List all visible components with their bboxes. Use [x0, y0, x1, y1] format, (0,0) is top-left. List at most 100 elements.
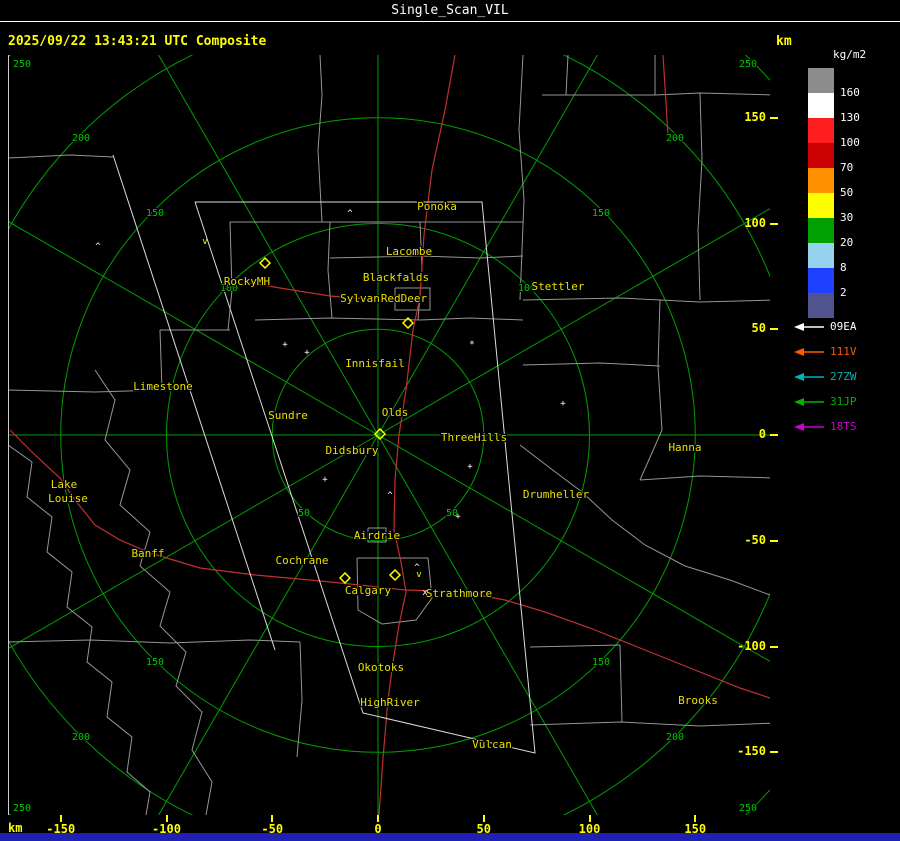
county-boundaries-segment	[542, 92, 770, 96]
range-ring-label: 200	[666, 732, 684, 743]
town-marker: +	[560, 399, 566, 409]
city-label: Louise	[48, 492, 88, 505]
colorbar-threshold-label: 70	[840, 161, 854, 174]
town-marker: v	[202, 237, 207, 247]
radar-site-marker	[388, 568, 402, 582]
city-label: Olds	[382, 406, 409, 419]
radar-map-display[interactable]: 25020015010025020015010050 50150200250150…	[8, 55, 770, 815]
city-label: HighRiver	[360, 696, 420, 709]
right-axis-tick	[770, 328, 778, 331]
range-ring-label: 50	[298, 508, 310, 519]
range-ring-label: 250	[13, 803, 31, 814]
county-boundaries-segment	[639, 299, 663, 481]
colorbar-scale: 160 130 100 70 50 30 20 8 2	[808, 68, 860, 318]
colorbar-threshold-label: 8	[840, 261, 847, 274]
colorbar-threshold-label: 160	[840, 86, 860, 99]
radar-coverage-outline	[112, 154, 536, 754]
colorbar-threshold-label: 2	[840, 286, 847, 299]
colorbar-box	[808, 168, 834, 193]
range-ring-label: 250	[13, 59, 31, 70]
window-titlebar[interactable]: Single_Scan_VIL	[0, 0, 900, 22]
radar-coverage-outline-segment	[112, 154, 276, 651]
site-arrow-icon	[794, 422, 824, 431]
range-ring-label: 250	[739, 803, 757, 814]
colorbar-box	[808, 218, 834, 243]
county-boundaries-segment	[639, 475, 770, 481]
right-axis-tick	[770, 116, 778, 119]
colorbar-box	[808, 93, 834, 118]
city-label: RockyMH	[224, 275, 270, 288]
right-axis-unit-label: km	[776, 34, 792, 49]
right-axis-tick	[770, 222, 778, 225]
range-ring-label: 200	[72, 732, 90, 743]
colorbar-threshold-label: 30	[840, 211, 854, 224]
town-marker: +	[322, 475, 328, 485]
county-boundaries-segment	[619, 644, 623, 723]
county-boundaries-segment	[327, 221, 333, 319]
county-boundaries-segment	[296, 641, 303, 758]
town-marker: x	[422, 588, 428, 598]
city-label: ThreeHills	[441, 431, 507, 444]
right-axis-tick	[770, 434, 778, 436]
city-label: Lake	[51, 478, 78, 491]
bottom-axis-tick	[165, 815, 168, 822]
town-marker: +	[467, 462, 473, 472]
site-id-label: 31JP	[830, 395, 857, 408]
bottom-axis-tick	[271, 815, 274, 822]
site-legend-row: 09EA	[792, 314, 896, 339]
county-boundaries-segment	[565, 55, 569, 96]
colorbar-box	[808, 68, 834, 93]
radar-site-marker	[338, 571, 352, 585]
window-title: Single_Scan_VIL	[391, 3, 509, 18]
range-ring-label: 200	[666, 133, 684, 144]
highways-segment	[9, 429, 770, 699]
county-boundaries-segment	[522, 362, 661, 367]
bottom-status-bar	[0, 833, 900, 841]
site-id-label: 27ZW	[830, 370, 857, 383]
radial-line	[377, 434, 770, 662]
bottom-axis-tick	[588, 815, 591, 822]
city-label: Sylvan	[340, 292, 380, 305]
bottom-axis-tick	[694, 815, 697, 822]
colorbar-box	[808, 268, 834, 293]
city-label: Airdrie	[354, 529, 400, 542]
radial-line	[158, 55, 379, 436]
range-ring-label: 150	[592, 657, 610, 668]
city-label: Didsbury	[326, 444, 379, 457]
town-marker: +	[282, 340, 288, 350]
town-marker: *	[469, 340, 474, 350]
site-id-label: 09EA	[830, 320, 857, 333]
county-boundaries-segment	[94, 369, 213, 815]
site-id-label: 18TS	[830, 420, 857, 433]
scan-timestamp: 2025/09/22 13:43:21 UTC Composite	[8, 34, 267, 49]
city-label: Drumheller	[523, 488, 590, 501]
county-boundaries-segment	[697, 92, 703, 301]
site-arrow-icon	[794, 397, 824, 406]
city-label: Cochrane	[276, 554, 329, 567]
county-boundaries-segment	[8, 639, 301, 644]
colorbar-unit-label: kg/m2	[833, 48, 867, 61]
site-arrow-icon	[794, 347, 824, 356]
town-marker: ^	[95, 242, 101, 252]
city-label: Calgary	[345, 584, 392, 597]
range-ring-label: 250	[739, 59, 757, 70]
town-marker: ^	[387, 491, 393, 501]
radar-site-marker	[258, 256, 272, 270]
city-label: Ponoka	[417, 200, 457, 213]
colorbar-threshold-label: 130	[840, 111, 860, 124]
county-boundaries-segment	[317, 55, 323, 223]
city-label: Banff	[131, 547, 164, 560]
town-marker: ^	[347, 209, 353, 219]
colorbar-threshold-label: 50	[840, 186, 854, 199]
radar-site-legend: 09EA 111V 27ZW 31JP 18TS	[792, 314, 896, 439]
right-axis-tick	[770, 751, 778, 754]
range-ring-label: 200	[72, 133, 90, 144]
county-boundaries-segment	[518, 55, 525, 301]
colorbar-threshold-label: 100	[840, 136, 860, 149]
site-legend-row: 31JP	[792, 389, 896, 414]
colorbar-threshold-label: 20	[840, 236, 854, 249]
right-axis-tick	[770, 645, 778, 648]
colorbar-box	[808, 118, 834, 143]
colorbar-box	[808, 243, 834, 268]
town-marker: +	[455, 512, 461, 522]
